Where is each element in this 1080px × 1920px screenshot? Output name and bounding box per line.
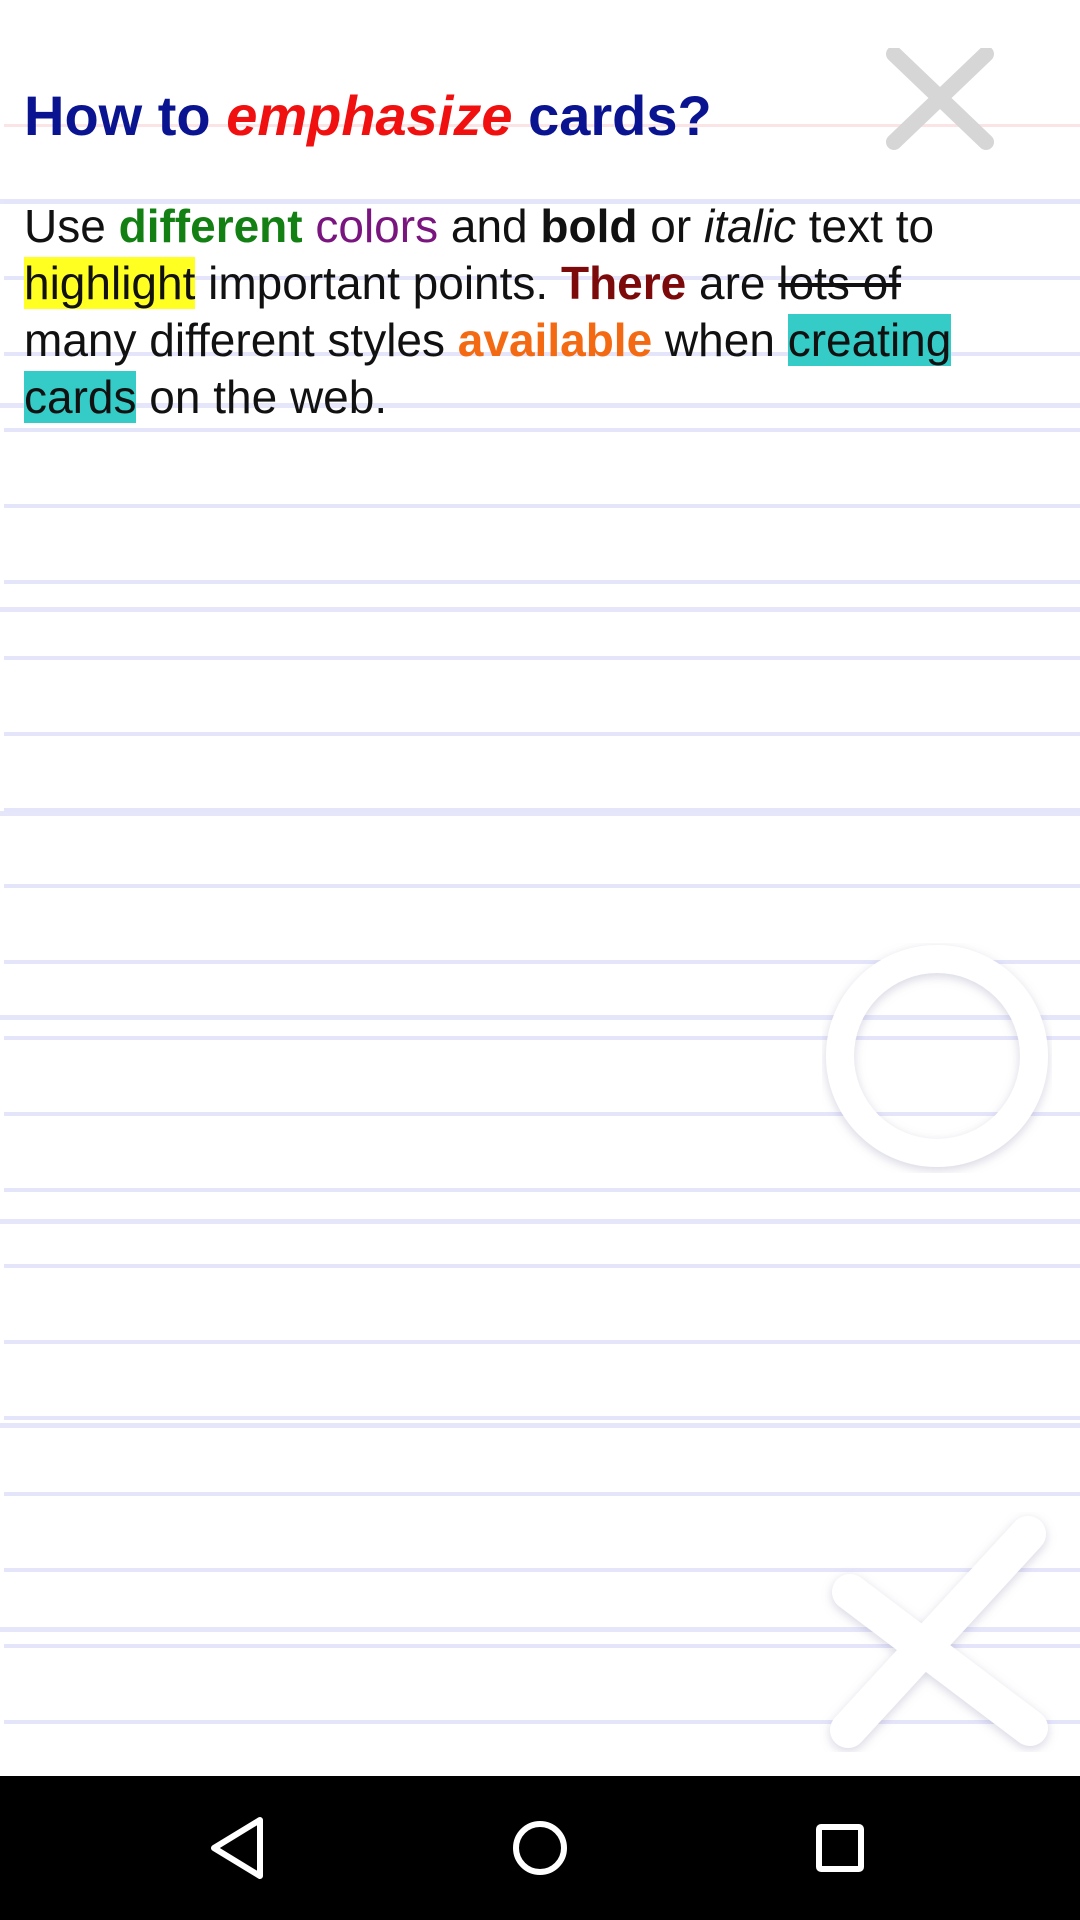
card-title: How to emphasize cards? — [24, 80, 712, 152]
body-segment: text to — [795, 200, 935, 252]
ruled-line — [4, 1264, 1080, 1268]
ruled-line — [4, 1188, 1080, 1192]
back-triangle-icon — [211, 1817, 263, 1879]
nav-home-button[interactable] — [490, 1798, 590, 1898]
ruled-line — [4, 580, 1080, 584]
wrong-answer-button[interactable] — [820, 1512, 1060, 1752]
body-segment: lots of — [778, 257, 902, 309]
nav-recent-button[interactable] — [790, 1798, 890, 1898]
card-body: Use different colors and bold or italic … — [24, 198, 1004, 426]
body-segment: highlight — [24, 257, 196, 309]
body-segment: There — [560, 257, 687, 309]
ruled-line — [4, 428, 1080, 432]
body-segment: Use — [24, 200, 119, 252]
body-segment: different — [118, 200, 303, 252]
ruled-line — [4, 884, 1080, 888]
body-segment: many different styles — [24, 314, 458, 366]
cross-icon — [830, 1516, 1048, 1748]
recent-square-icon — [816, 1824, 864, 1872]
correct-answer-button[interactable] — [822, 943, 1052, 1173]
home-circle-icon — [513, 1821, 567, 1875]
ruled-line — [4, 504, 1080, 508]
body-segment: important points. — [195, 257, 561, 309]
ruled-line — [4, 1416, 1080, 1420]
close-icon — [886, 46, 994, 150]
title-suffix: cards? — [512, 84, 712, 147]
nav-back-button[interactable] — [190, 1798, 290, 1898]
circle-icon — [826, 945, 1048, 1167]
body-segment: colors — [315, 200, 439, 252]
title-emphasis: emphasize — [226, 84, 513, 147]
close-button[interactable] — [880, 46, 1000, 154]
body-segment: when — [652, 314, 788, 366]
body-segment: on the web. — [136, 371, 388, 423]
ruled-line — [4, 1492, 1080, 1496]
body-segment: or — [637, 200, 704, 252]
ruled-line — [4, 732, 1080, 736]
body-segment: italic — [703, 200, 796, 252]
body-segment — [303, 200, 316, 252]
body-segment: bold — [540, 200, 638, 252]
ruled-line — [4, 808, 1080, 812]
body-segment: and — [438, 200, 541, 252]
system-navigation-bar — [0, 1776, 1080, 1920]
title-prefix: How to — [24, 84, 227, 147]
body-segment: available — [457, 314, 653, 366]
flashcard: How to emphasize cards? Use different co… — [0, 0, 1080, 1776]
ruled-line — [4, 656, 1080, 660]
ruled-line — [4, 1340, 1080, 1344]
body-segment: are — [686, 257, 779, 309]
